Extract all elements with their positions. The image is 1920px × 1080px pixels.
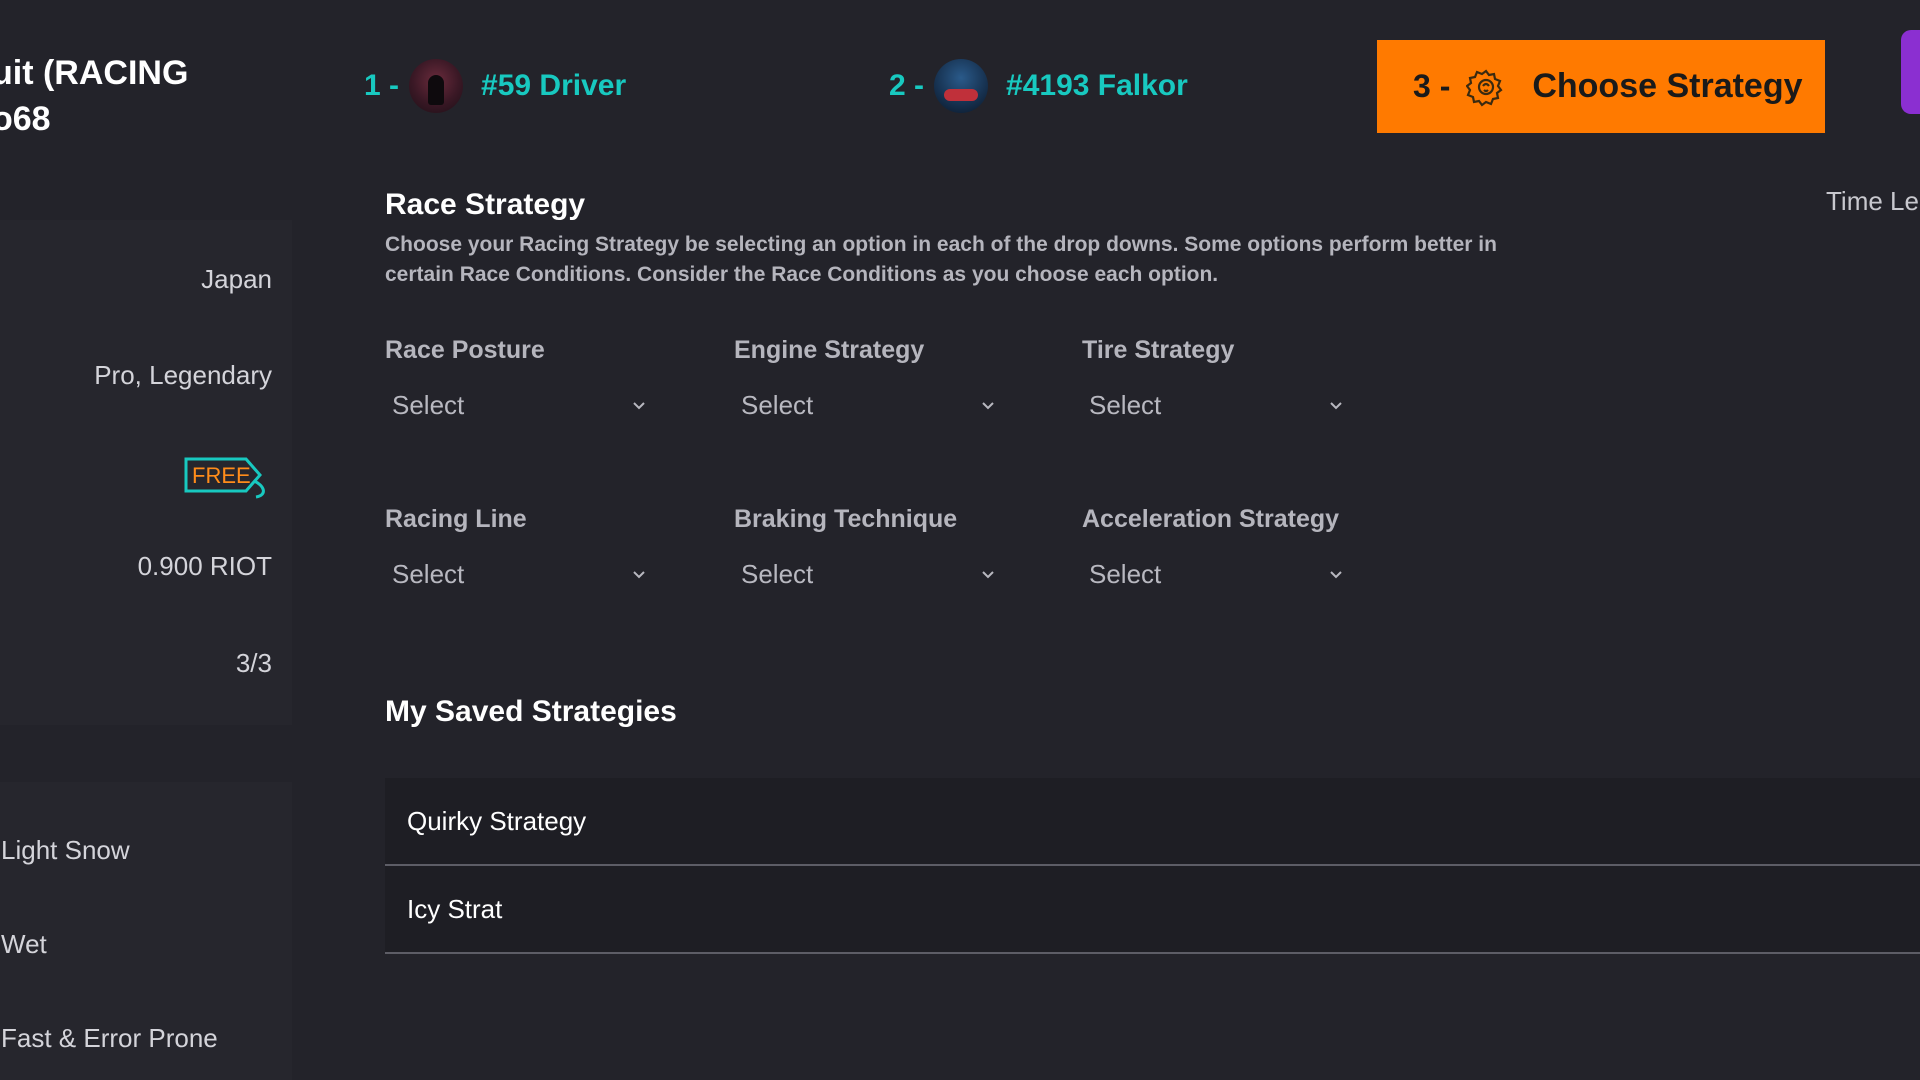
chevron-down-icon — [982, 402, 994, 410]
step-choose-strategy[interactable]: 3 - Choose Strategy — [1377, 40, 1825, 133]
race-title: uit (RACING o68 — [0, 50, 252, 142]
braking-technique-select[interactable]: Select — [734, 556, 1004, 592]
step-driver[interactable]: 1 - #59 Driver — [364, 58, 626, 114]
page: uit (RACING o68 Japan Pro, Legendary FRE… — [0, 0, 1920, 1080]
engine-strategy-select[interactable]: Select — [734, 387, 1004, 423]
step-2-number: 2 - — [889, 69, 925, 102]
condition-weather: Light Snow — [1, 835, 130, 865]
race-posture-value: Select — [392, 389, 465, 420]
chevron-down-icon — [1330, 402, 1342, 410]
field-racing-line: Racing Line Select — [385, 505, 665, 592]
free-entry-tag: FREE — [184, 455, 270, 499]
tire-strategy-label: Tire Strategy — [1082, 336, 1235, 364]
braking-technique-value: Select — [741, 558, 814, 589]
step-1-label: #59 Driver — [481, 69, 627, 102]
free-tag-label: FREE — [192, 463, 251, 488]
step-2-label: #4193 Falkor — [1006, 69, 1188, 102]
field-acceleration-strategy: Acceleration Strategy Select — [1082, 505, 1362, 592]
racing-line-label: Racing Line — [385, 505, 527, 533]
step-car[interactable]: 2 - #4193 Falkor — [889, 58, 1188, 114]
braking-technique-label: Braking Technique — [734, 505, 958, 533]
field-engine-strategy: Engine Strategy Select — [734, 336, 1014, 423]
race-prize: 0.900 RIOT — [137, 551, 272, 581]
chevron-down-icon — [633, 571, 645, 579]
race-entries: 3/3 — [235, 648, 272, 678]
step-1-number: 1 - — [364, 69, 400, 102]
purple-action-button[interactable] — [1901, 30, 1920, 114]
step-3-label: Choose Strategy — [1532, 67, 1803, 105]
race-strategy-title: Race Strategy — [385, 188, 586, 221]
field-race-posture: Race Posture Select — [385, 336, 665, 423]
tire-strategy-select[interactable]: Select — [1082, 387, 1352, 423]
racing-line-value: Select — [392, 558, 465, 589]
chevron-down-icon — [982, 571, 994, 579]
acceleration-strategy-value: Select — [1089, 558, 1162, 589]
saved-strategy-item[interactable]: Quirky Strategy — [385, 778, 1920, 866]
race-info-card: Japan Pro, Legendary FREE 0.900 RIOT 3/3 — [0, 220, 292, 725]
car-avatar — [934, 59, 989, 113]
time-left-label: Time Le — [1826, 186, 1919, 216]
chevron-down-icon — [1330, 571, 1342, 579]
saved-strategies-title: My Saved Strategies — [385, 695, 677, 728]
driver-avatar — [409, 59, 464, 113]
race-strategy-description: Choose your Racing Strategy be selecting… — [385, 233, 1497, 286]
tire-strategy-value: Select — [1089, 389, 1162, 420]
race-posture-label: Race Posture — [385, 336, 545, 364]
race-title-line-2: o68 — [0, 100, 51, 138]
chevron-down-icon — [633, 402, 645, 410]
step-3-number: 3 - — [1413, 68, 1451, 104]
engine-strategy-label: Engine Strategy — [734, 336, 925, 364]
saved-strategy-item[interactable]: Icy Strat — [385, 866, 1920, 954]
condition-track: Wet — [1, 929, 47, 959]
racing-line-select[interactable]: Select — [385, 556, 655, 592]
race-conditions-card: Light Snow Wet Fast & Error Prone — [0, 782, 292, 1080]
saved-strategies-list: Quirky Strategy Icy Strat — [385, 778, 1920, 954]
acceleration-strategy-select[interactable]: Select — [1082, 556, 1352, 592]
race-posture-select[interactable]: Select — [385, 387, 655, 423]
field-braking-technique: Braking Technique Select — [734, 505, 1014, 592]
condition-style: Fast & Error Prone — [1, 1023, 218, 1053]
engine-strategy-value: Select — [741, 389, 814, 420]
race-title-line-1: uit (RACING — [0, 54, 189, 92]
gear-brain-icon — [1466, 68, 1503, 107]
race-location: Japan — [201, 264, 272, 294]
race-tier: Pro, Legendary — [94, 360, 272, 390]
acceleration-strategy-label: Acceleration Strategy — [1082, 505, 1340, 533]
field-tire-strategy: Tire Strategy Select — [1082, 336, 1362, 423]
